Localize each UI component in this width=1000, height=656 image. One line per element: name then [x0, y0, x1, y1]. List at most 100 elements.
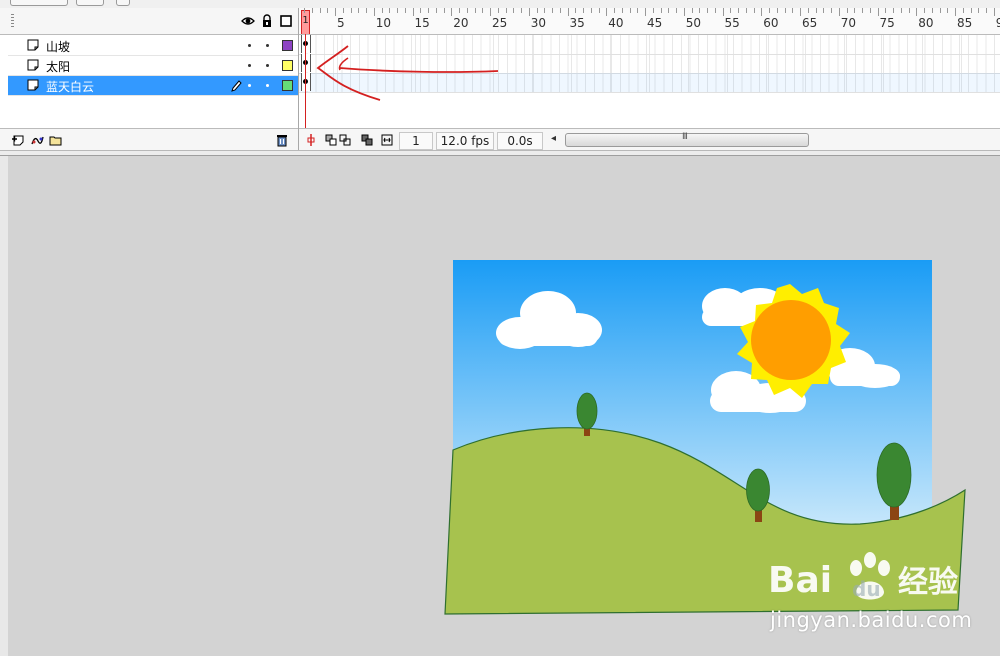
ruler-tick: [707, 8, 708, 13]
layer-row-hill[interactable]: 山坡: [8, 36, 298, 56]
frame-rate-field[interactable]: 12.0 fps: [436, 132, 494, 150]
lock-dot[interactable]: [266, 64, 269, 67]
ruler-tick: [536, 8, 538, 13]
outline-color-swatch[interactable]: [282, 60, 293, 71]
ruler-label: 10: [375, 16, 392, 30]
layer-name: 蓝天白云: [46, 80, 95, 94]
ruler-tick: [900, 8, 902, 13]
onion-skin-icon[interactable]: [325, 134, 337, 146]
elapsed-time-field: 0.0s: [497, 132, 543, 150]
ruler-tick: [699, 8, 701, 13]
lock-dot[interactable]: [266, 44, 269, 47]
ruler-tick: [931, 8, 933, 13]
visibility-dot[interactable]: [248, 44, 251, 47]
outline-color-swatch[interactable]: [282, 40, 293, 51]
visibility-dot[interactable]: [248, 84, 251, 87]
playhead[interactable]: 1: [301, 10, 310, 34]
ruler-tick: [474, 8, 476, 13]
ruler-tick: [397, 8, 398, 13]
frame-ruler[interactable]: 1 5 10 15 20 25 30 35 40 45 50 55 60 65 70 75 80 85 90: [299, 8, 1000, 35]
ruler-tick: [800, 8, 801, 16]
layer-row-blue-sky-white-clouds[interactable]: 蓝天白云: [8, 76, 298, 96]
lock-icon[interactable]: [260, 14, 274, 28]
ruler-tick: [304, 8, 305, 13]
current-frame-field[interactable]: 1: [399, 132, 433, 150]
ruler-tick: [342, 8, 344, 13]
ruler-tick: [552, 8, 553, 13]
ruler-label: 90: [996, 16, 1000, 30]
eye-icon[interactable]: [241, 14, 255, 28]
ruler-label: 50: [685, 16, 702, 30]
ruler-tick: [738, 8, 739, 13]
ruler-tick: [482, 8, 484, 13]
ruler-label: 35: [569, 16, 585, 30]
layer-header: [0, 8, 298, 35]
panel-grip[interactable]: [11, 14, 14, 28]
delete-layer-icon[interactable]: [275, 133, 289, 147]
ruler-label: 20: [453, 16, 469, 30]
ruler-tick: [451, 8, 453, 16]
ruler-tick: [505, 8, 507, 13]
onion-skin-outlines-icon[interactable]: [339, 134, 351, 146]
ruler-tick: [366, 8, 367, 13]
ruler-tick: [621, 8, 623, 13]
center-frame-icon[interactable]: [305, 134, 317, 146]
ruler-tick: [350, 8, 352, 13]
ruler-tick: [939, 8, 941, 13]
add-motion-guide-icon[interactable]: [30, 133, 44, 147]
ruler-tick: [947, 8, 949, 13]
ruler-tick: [823, 8, 825, 13]
ruler-tick: [513, 8, 515, 13]
lock-dot[interactable]: [266, 84, 269, 87]
ruler-tick: [381, 8, 383, 13]
ruler-tick: [993, 8, 995, 16]
ruler-tick: [877, 8, 879, 16]
annotation-arrow: [316, 45, 499, 101]
ruler-label: 25: [492, 16, 508, 30]
ruler-tick: [443, 8, 445, 13]
svg-text:经验: 经验: [898, 565, 958, 600]
insert-layer-folder-icon[interactable]: [48, 133, 62, 147]
toolbar-tab[interactable]: [10, 0, 68, 6]
ruler-tick: [846, 8, 848, 13]
ruler-tick: [335, 8, 336, 16]
toolbar-tab[interactable]: [76, 0, 104, 6]
ruler-tick: [908, 8, 910, 13]
ruler-tick: [838, 8, 840, 16]
ruler-tick: [311, 8, 313, 13]
ruler-tick: [614, 8, 615, 13]
ruler-tick: [986, 8, 987, 13]
ruler-tick: [807, 8, 809, 13]
ruler-tick: [404, 8, 406, 13]
ruler-tick: [761, 8, 763, 16]
ruler-tick: [792, 8, 794, 13]
ruler-label: 65: [802, 16, 818, 30]
outline-icon[interactable]: [279, 14, 293, 28]
ruler-tick: [831, 8, 832, 13]
ruler-label: 5: [337, 16, 345, 30]
ruler-tick: [327, 8, 329, 13]
playhead-line: [305, 34, 306, 129]
ruler-tick: [389, 8, 391, 13]
ruler-tick: [893, 8, 894, 13]
ruler-tick: [753, 8, 755, 13]
ruler-tick: [490, 8, 491, 16]
ruler-tick: [730, 8, 732, 13]
layer-row-sun[interactable]: 太阳: [8, 56, 298, 76]
modify-onion-markers-icon[interactable]: [381, 134, 393, 146]
outline-color-swatch[interactable]: [282, 80, 293, 91]
ruler-tick: [590, 8, 592, 13]
insert-layer-icon[interactable]: [11, 133, 25, 147]
ruler-label: 60: [763, 16, 779, 30]
ruler-tick: [373, 8, 375, 16]
edit-multiple-frames-icon[interactable]: [361, 134, 373, 146]
scroll-left-arrow-icon[interactable]: ◂: [551, 133, 556, 144]
ruler-label: 30: [530, 16, 547, 30]
timeline-horizontal-scrollbar[interactable]: III: [565, 132, 809, 147]
ruler-tick: [676, 8, 677, 13]
visibility-dot[interactable]: [248, 64, 251, 67]
ruler-tick: [978, 8, 980, 13]
toolbar-tab[interactable]: [116, 0, 130, 6]
ruler-tick: [435, 8, 437, 13]
layer-list: 山坡 太阳 蓝天白云: [0, 8, 299, 151]
